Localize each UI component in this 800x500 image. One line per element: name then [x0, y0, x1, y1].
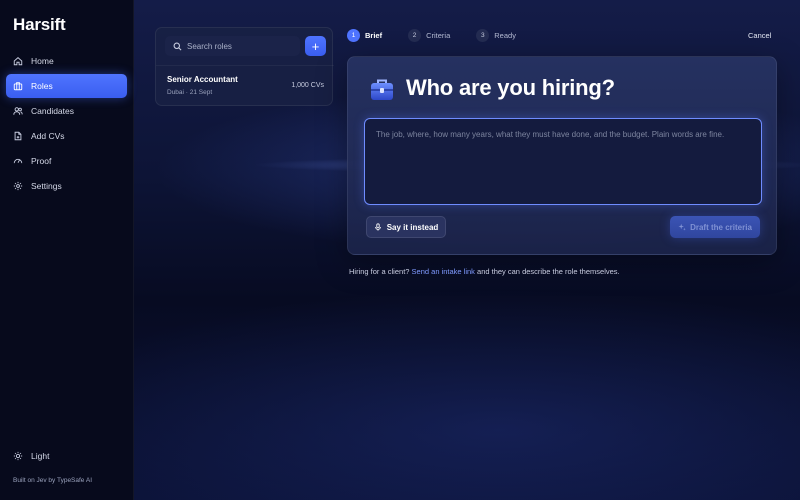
step-criteria[interactable]: 2 Criteria	[408, 28, 451, 42]
footer-note: Built on Jev by TypeSafe AI	[13, 477, 93, 484]
client-intake-note: Hiring for a client? Send an intake link…	[349, 267, 620, 276]
step-brief[interactable]: 1 Brief	[347, 28, 383, 42]
sidebar-item-proof[interactable]: Proof	[6, 149, 127, 173]
intake-link[interactable]: Send an intake link	[412, 267, 475, 276]
role-meta: Dubai · 21 Sept	[167, 89, 213, 96]
step-label: Ready	[494, 30, 516, 40]
sidebar-item-label: Proof	[31, 156, 52, 166]
file-add-icon	[14, 131, 22, 141]
sidebar-item-label: Candidates	[31, 106, 75, 116]
users-icon	[13, 107, 23, 115]
step-number: 1	[347, 28, 360, 42]
theme-toggle[interactable]: Light	[13, 451, 49, 461]
add-role-button[interactable]: +	[305, 36, 326, 56]
briefcase-icon	[13, 82, 23, 91]
brief-input[interactable]	[364, 118, 762, 205]
briefcase-icon	[371, 79, 393, 100]
sparkle-icon	[678, 223, 686, 231]
step-label: Brief	[365, 30, 383, 40]
sidebar-item-settings[interactable]: Settings	[6, 174, 127, 198]
step-number: 2	[408, 28, 422, 42]
sidebar-item-label: Add CVs	[31, 131, 65, 141]
sidebar-item-label: Settings	[31, 181, 62, 191]
sidebar-item-candidates[interactable]: Candidates	[6, 99, 127, 123]
client-note-suffix: and they can describe the role themselve…	[477, 267, 620, 276]
home-icon	[13, 57, 23, 66]
sidebar: Harsift Home Roles Candidates Add CVs Pr…	[0, 0, 134, 500]
step-label: Criteria	[426, 30, 451, 40]
search-input[interactable]	[187, 41, 297, 51]
sidebar-nav: Home Roles Candidates Add CVs Proof Sett…	[6, 49, 127, 199]
client-note-prefix: Hiring for a client?	[349, 267, 410, 276]
sidebar-item-home[interactable]: Home	[6, 49, 127, 73]
step-ready[interactable]: 3 Ready	[476, 28, 516, 42]
roles-panel: + Senior Accountant Dubai · 21 Sept 1,00…	[155, 27, 334, 106]
say-it-button[interactable]: Say it instead	[366, 216, 446, 238]
microphone-icon	[374, 223, 381, 231]
theme-toggle-label: Light	[31, 451, 50, 461]
cancel-button[interactable]: Cancel	[748, 31, 771, 40]
step-number: 3	[476, 28, 490, 42]
brand-logo: Harsift	[13, 15, 66, 34]
gauge-icon	[13, 158, 23, 164]
sidebar-item-label: Roles	[31, 81, 53, 91]
gear-icon	[13, 181, 23, 191]
search-icon	[173, 42, 182, 50]
role-cv-count: 1,000 CVs	[291, 82, 324, 89]
stepper: 1 Brief 2 Criteria 3 Ready	[347, 28, 542, 42]
list-item[interactable]: Senior Accountant Dubai · 21 Sept 1,000 …	[156, 65, 334, 103]
sidebar-item-roles[interactable]: Roles	[6, 74, 127, 98]
brief-card: Who are you hiring? Say it instead Draft…	[347, 56, 777, 255]
draft-criteria-label: Draft the criteria	[690, 222, 752, 232]
say-it-label: Say it instead	[386, 222, 439, 232]
sidebar-item-add-cvs[interactable]: Add CVs	[6, 124, 127, 148]
role-title: Senior Accountant	[167, 75, 238, 84]
sun-icon	[13, 451, 23, 461]
draft-criteria-button[interactable]: Draft the criteria	[670, 216, 760, 238]
sidebar-item-label: Home	[31, 56, 54, 66]
search-box[interactable]	[165, 36, 300, 56]
page-title: Who are you hiring?	[406, 75, 615, 100]
